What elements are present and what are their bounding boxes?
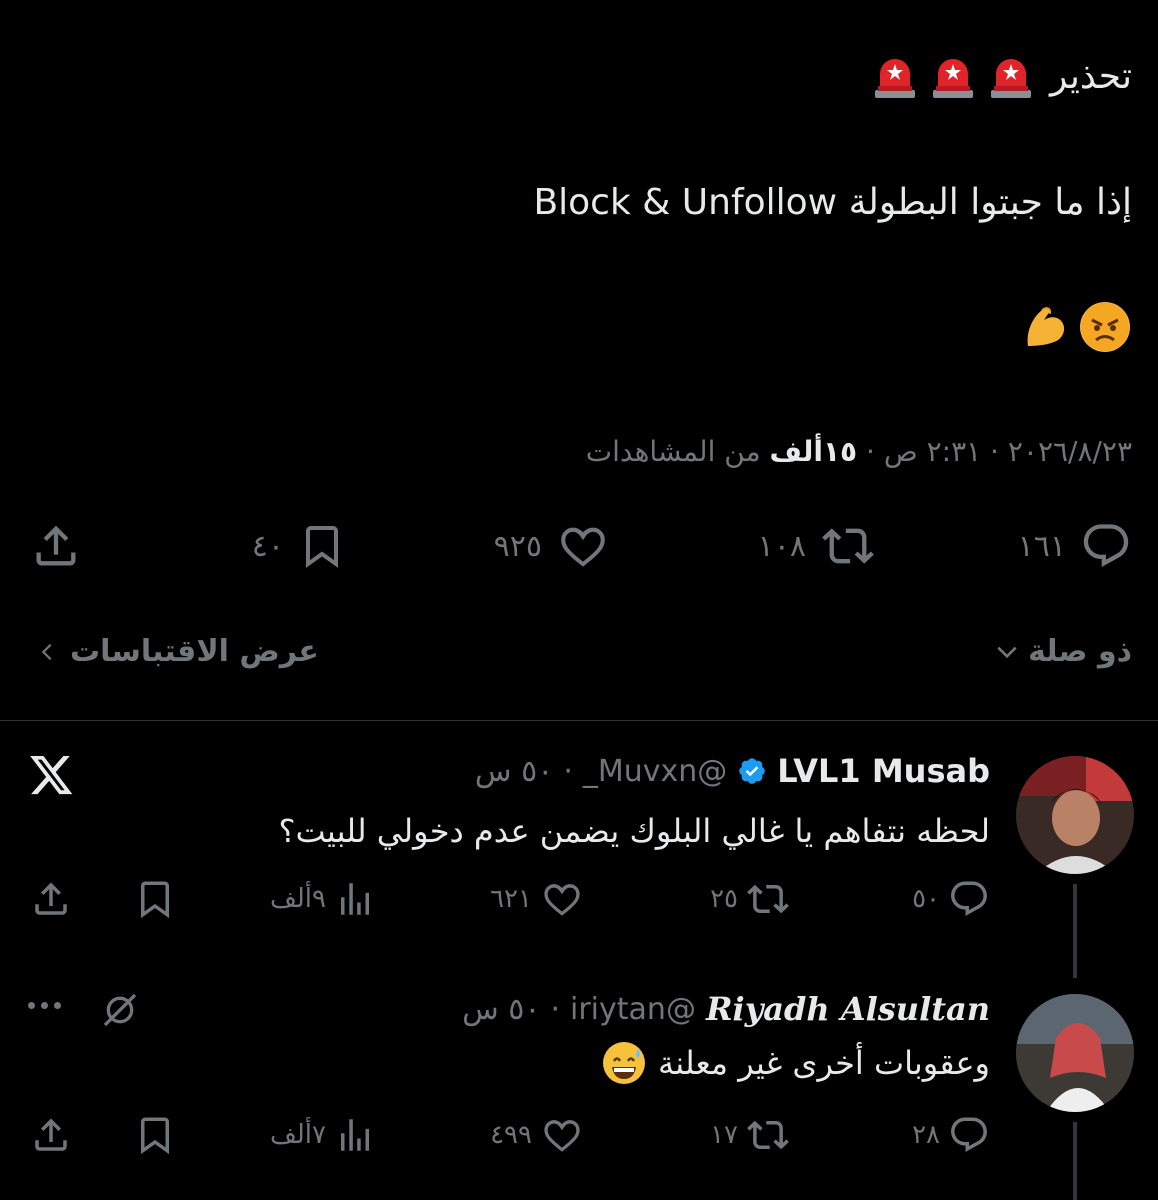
reply-time[interactable]: ٥٠ س [462,992,540,1027]
share-action[interactable] [30,520,82,572]
thread-line [1073,884,1077,978]
tweet-line-warning: تحذير [860,52,1132,102]
heart-icon [544,1120,580,1152]
like-action[interactable]: ٤٩٩ [490,1114,584,1156]
tweet-warning-text: تحذير [1049,56,1132,97]
siren-emoji-group [860,54,1034,100]
reply-header: LVL1 Musab @Muvxn_ · ٥٠ س [474,752,990,790]
reply-text-row: وعقوبات أخرى غير معلنة [602,1040,990,1086]
retweet-count: ٢٥ [710,884,738,914]
police-light-emoji [930,54,976,100]
reply-action[interactable]: ١٦١ [1018,520,1132,572]
tweet-line-emojis [1022,302,1130,352]
share-icon [35,882,67,915]
reply-handle[interactable]: @Muvxn_ [583,754,727,789]
reply-handle[interactable]: @iriytan [570,992,696,1027]
reply-count: ٥٠ [912,884,940,914]
bookmark-icon [306,526,338,568]
share-icon [35,1118,67,1151]
bookmark-icon [141,881,169,919]
like-action[interactable]: ٦٢١ [490,878,584,920]
like-action[interactable]: ٩٢٥ [494,520,610,572]
share-action[interactable] [30,1114,72,1156]
reply-text: لحظه نتفاهم يا غالي البلوك يضمن عدم دخول… [278,812,990,850]
reply-author-name[interactable]: 𝑹𝒊𝒚𝒂𝒅𝒉 𝑨𝒍𝒔𝒖𝒍𝒕𝒂𝒏 [706,990,990,1028]
flexed-biceps-emoji [1022,302,1074,352]
retweet-icon [747,1120,789,1150]
heart-icon [544,884,580,916]
bookmark-action[interactable] [134,1114,176,1156]
bookmark-action[interactable]: ٤٠ [252,520,346,572]
view-quotes-label: عرض الاقتباسات [70,634,319,669]
divider [0,720,1158,721]
bookmark-count: ٤٠ [251,528,284,564]
retweet-action[interactable]: ٢٥ [710,878,790,920]
reply-count: ٢٨ [912,1120,940,1150]
reply-header: 𝑹𝒊𝒚𝒂𝒅𝒉 𝑨𝒍𝒔𝒖𝒍𝒕𝒂𝒏 @iriytan · ٥٠ س [462,990,990,1028]
share-action[interactable] [30,878,72,920]
retweet-action[interactable]: ١٧ [710,1114,790,1156]
bookmark-icon [141,1117,169,1155]
views-action[interactable]: ٧ألف [270,1114,376,1156]
like-count: ٦٢١ [490,884,532,914]
more-options-icon[interactable] [28,1002,61,1009]
avatar[interactable] [1016,994,1134,1112]
views-count: ٧ألف [269,1120,326,1150]
muted-conversation-icon[interactable] [98,990,142,1030]
retweet-count: ١٠٨ [757,528,806,564]
reply-icon [951,881,987,916]
views-chart-icon [341,1119,369,1151]
like-count: ٤٩٩ [490,1120,532,1150]
relevance-sort[interactable]: ذو صلة [994,634,1132,669]
like-count: ٩٢٥ [493,528,542,564]
heart-icon [561,527,605,567]
retweet-count: ١٧ [710,1120,738,1150]
views-chart-icon [341,883,369,915]
retweet-icon [747,884,789,914]
views-count: ٩ألف [269,884,326,914]
retweet-action[interactable]: ١٠٨ [758,520,876,572]
reply-author-name[interactable]: LVL1 Musab [777,752,990,790]
reply-text: وعقوبات أخرى غير معلنة [658,1044,990,1082]
reply-action[interactable]: ٥٠ [912,878,990,920]
reply-count: ١٦١ [1017,528,1066,564]
chevron-down-icon [997,646,1017,658]
reply-icon [1083,524,1129,568]
x-logo-icon[interactable] [30,756,74,796]
grinning-sweat-emoji [602,1041,646,1085]
reply-icon [951,1117,987,1152]
tweet-line-block: إذا ما جبتوا البطولة Block & Unfollow [533,182,1132,223]
reply-time[interactable]: ٥٠ س [475,754,553,789]
chevron-left-icon [41,643,52,660]
retweet-icon [822,528,874,564]
relevance-label: ذو صلة [1028,634,1132,669]
verified-badge-icon [739,758,766,784]
avatar[interactable] [1016,756,1134,874]
police-light-emoji [872,54,918,100]
tweet-date: ٢٠٢٦/٨/٢٣ · ٢:٣١ ص · [857,435,1132,468]
police-light-emoji [988,54,1034,100]
share-icon [36,525,76,566]
bookmark-action[interactable] [134,878,176,920]
view-quotes-link[interactable]: عرض الاقتباسات [36,634,319,669]
tweet-meta: ٢٠٢٦/٨/٢٣ · ٢:٣١ ص · ١٥ألف من المشاهدات [586,432,1132,472]
thread-line [1073,1122,1077,1200]
angry-face-emoji [1080,302,1130,352]
reply-action[interactable]: ٢٨ [912,1114,990,1156]
views-action[interactable]: ٩ألف [270,878,376,920]
tweet-views-count[interactable]: ١٥ألف [769,435,857,468]
tweet-views-label: من المشاهدات [585,435,770,468]
